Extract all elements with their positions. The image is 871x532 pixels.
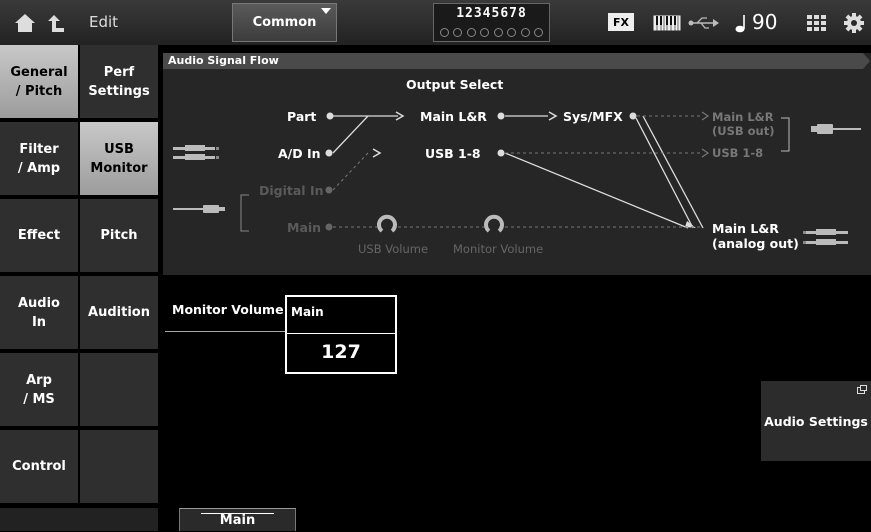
nav-pitch[interactable]: Pitch [80,199,158,274]
note-icon [733,0,749,45]
divider [165,331,287,332]
mid-usb-1-8: USB 1-8 [425,146,481,161]
fx-badge: FX [608,13,634,31]
tempo-value[interactable]: 90 [752,0,777,45]
nav-effect[interactable]: Effect [0,199,78,274]
top-bar: Edit Common 12345678 FX 90 [0,0,871,45]
part-selector[interactable]: 12345678 [433,3,550,42]
home-icon[interactable] [12,0,38,45]
mid-main-lr: Main L&R [420,109,487,124]
input-digital-in: Digital In [259,183,324,198]
chevron-down-icon [321,8,331,14]
tab-indicator [201,513,274,514]
nav-empty-2 [80,430,158,505]
monitor-volume-label: Monitor Volume [172,302,284,317]
keyboard-icon [652,0,682,45]
input-main: Main [287,220,322,235]
monitor-volume-knob-label: Monitor Volume [453,242,544,256]
part-numbers: 12345678 [456,6,527,21]
popup-icon [857,385,867,394]
input-part: Part [287,109,317,124]
part-indicators [440,28,543,38]
common-label: Common [252,15,317,30]
input-ad-in: A/D In [278,146,321,161]
usb-volume-label: USB Volume [358,242,429,256]
sys-mfx-label: Sys/MFX [563,109,623,124]
nav-perf-settings[interactable]: Perf Settings [80,45,158,120]
output-select-label: Output Select [406,77,504,92]
common-button[interactable]: Common [232,3,337,42]
edit-label: Edit [89,13,119,31]
monitor-volume-value[interactable]: 127 [287,341,395,363]
out-usb-1-8: USB 1-8 [712,146,764,160]
nav-audition[interactable]: Audition [80,276,158,351]
nav-empty-1 [80,353,158,428]
out-analog-out-label: (analog out) [712,236,799,251]
out-main-lr-analog: Main L&R [712,221,779,236]
up-arrow-icon[interactable] [44,0,68,45]
grid-icon[interactable] [806,0,828,45]
nav-filter-amp[interactable]: Filter / Amp [0,122,78,197]
gear-icon[interactable] [843,0,865,45]
main-tab-label: Main [291,305,324,319]
tab-main[interactable]: Main [179,508,296,531]
nav-usb-monitor[interactable]: USB Monitor [80,122,158,197]
nav-audio-in[interactable]: Audio In [0,276,78,351]
audio-settings-label: Audio Settings [764,413,868,429]
out-usb-out-label: (USB out) [712,124,775,138]
nav-arp-ms[interactable]: Arp / MS [0,353,78,428]
nav-general-pitch[interactable]: General / Pitch [0,45,78,120]
out-main-lr-usb: Main L&R [712,110,774,124]
audio-signal-flow-panel: Audio Signal Flow Output Select Part A/D… [163,53,871,275]
tab-main-label: Main [219,513,256,528]
nav-footer [0,508,158,531]
divider [287,333,395,334]
flow-title: Audio Signal Flow [168,54,279,67]
nav-control[interactable]: Control [0,430,78,505]
audio-settings-button[interactable]: Audio Settings [761,381,871,461]
monitor-volume-main-field[interactable]: Main 127 [285,295,397,374]
usb-icon [688,0,720,45]
